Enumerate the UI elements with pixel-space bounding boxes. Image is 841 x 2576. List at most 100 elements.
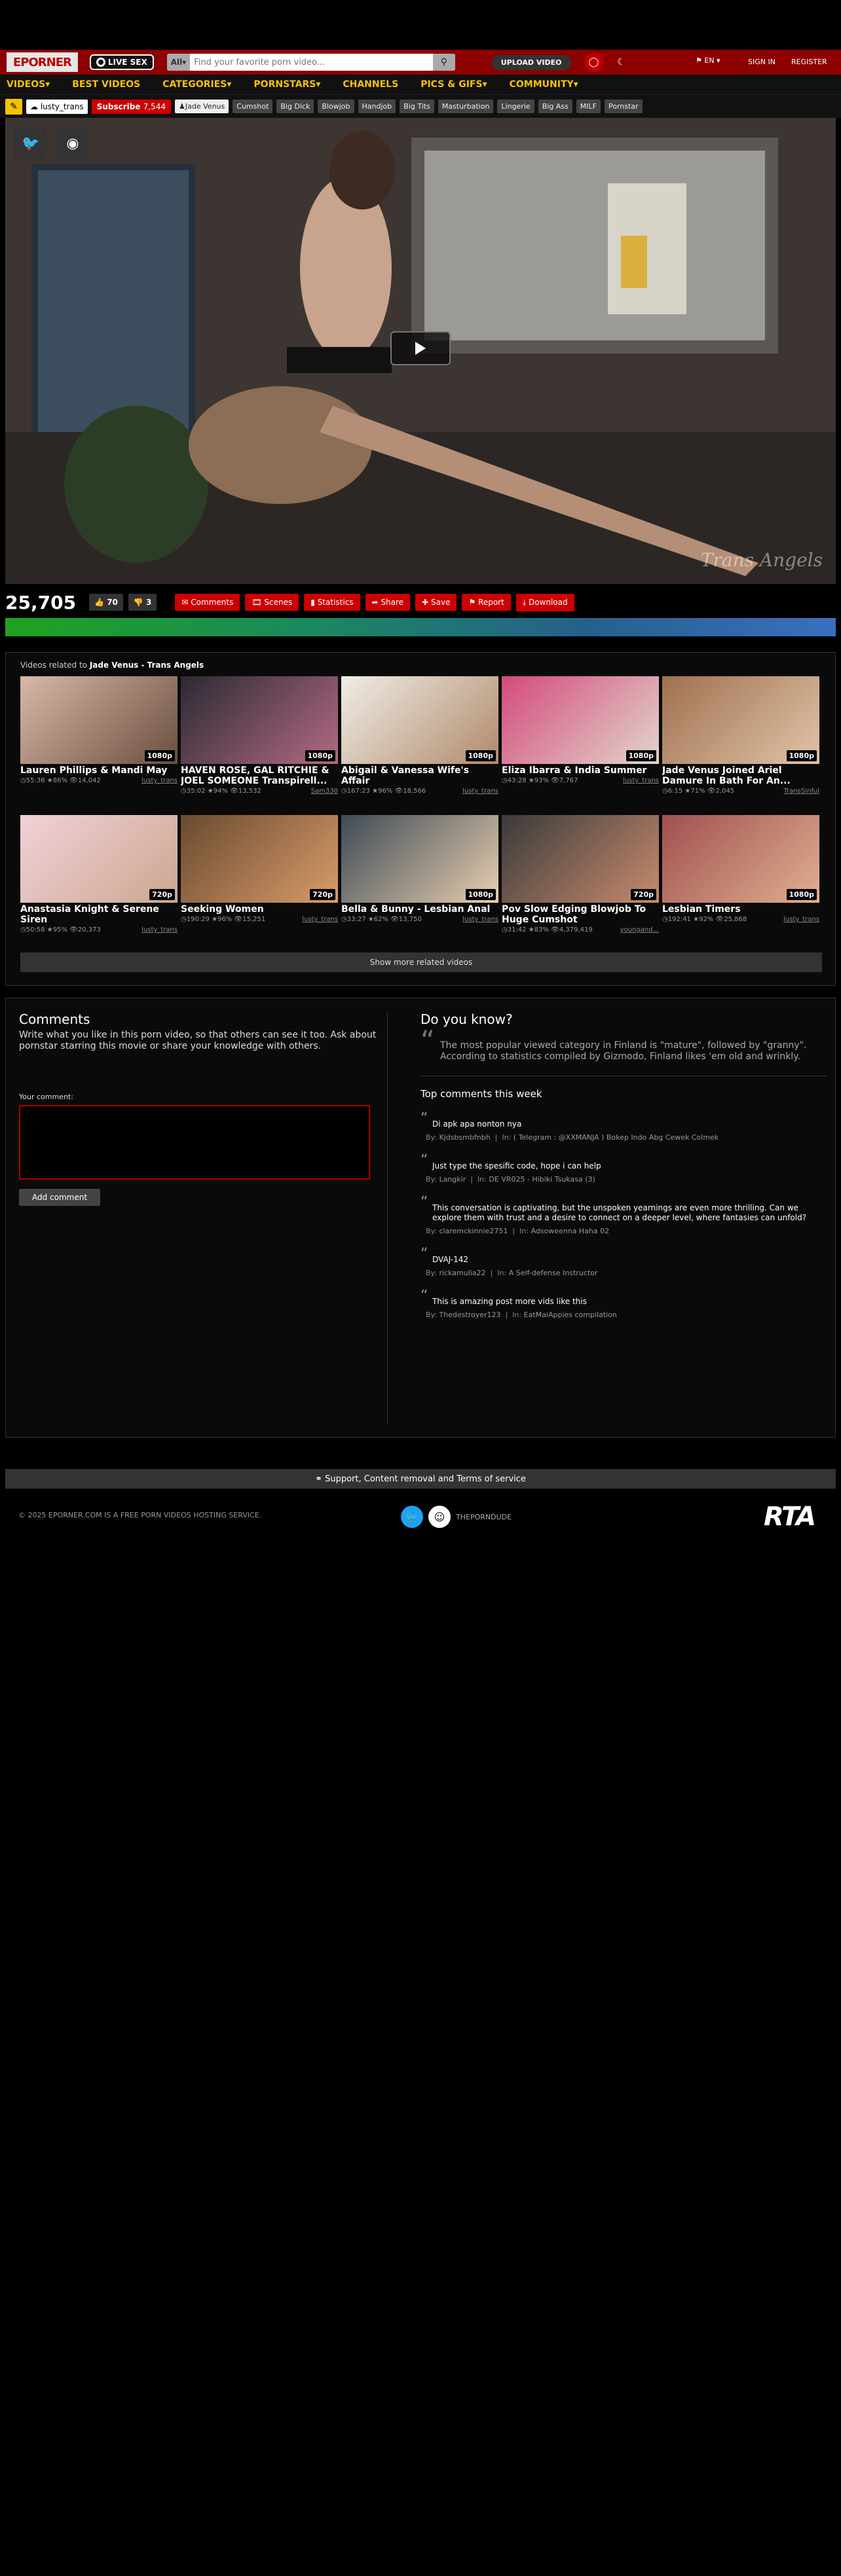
related-video-card[interactable]: 1080p Lesbian Timers ◷192:41 ★92% 👁25,86… xyxy=(662,815,819,923)
twitter-share-button[interactable]: 🐦 xyxy=(14,127,47,160)
video-uploader[interactable]: lusty_trans xyxy=(141,777,178,784)
video-title[interactable]: Seeking Women xyxy=(181,904,338,915)
subscribe-button[interactable]: Subscribe 7,544 xyxy=(91,99,172,114)
sign-in-link[interactable]: SIGN IN xyxy=(748,58,776,66)
video-uploader[interactable]: youngand... xyxy=(620,926,659,934)
related-video-card[interactable]: 1080p Eliza Ibarra & India Summer ◷43:28… xyxy=(502,676,659,784)
related-video-card[interactable]: 1080p Abigail & Vanessa Wife's Affair ◷1… xyxy=(341,676,498,795)
reddit-share-button[interactable]: ◉ xyxy=(56,127,89,160)
comments-button[interactable]: ✉ Comments xyxy=(175,594,240,611)
video-title[interactable]: Lesbian Timers xyxy=(662,904,819,915)
dark-mode-toggle[interactable]: ☾ xyxy=(612,52,631,72)
comment-author[interactable]: Langkir xyxy=(439,1175,466,1184)
record-button[interactable]: ◯ xyxy=(584,52,604,72)
pornstar-tag[interactable]: ♟Jade Venus xyxy=(175,100,229,113)
video-thumbnail[interactable]: 1080p xyxy=(20,676,178,764)
comment-textarea[interactable] xyxy=(19,1105,370,1180)
related-video-card[interactable]: 1080p Bella & Bunny - Lesbian Anal ◷33:2… xyxy=(341,815,498,923)
add-comment-button[interactable]: Add comment xyxy=(19,1189,101,1206)
tag-big-tits[interactable]: Big Tits xyxy=(400,100,434,113)
related-video-card[interactable]: 1080p Jade Venus Joined Ariel Damure In … xyxy=(662,676,819,795)
comment-author[interactable]: claremckinnie2751 xyxy=(439,1227,508,1235)
video-title[interactable]: Eliza Ibarra & India Summer xyxy=(502,765,659,776)
like-button[interactable]: 👍 70 xyxy=(89,594,123,611)
video-title[interactable]: HAVEN ROSE, GAL RITCHIE & JOEL SOMEONE T… xyxy=(181,765,338,786)
related-video-card[interactable]: 1080p Lauren Phillips & Mandi May ◷55:36… xyxy=(20,676,178,784)
video-title[interactable]: Jade Venus Joined Ariel Damure In Bath F… xyxy=(662,765,819,786)
support-link[interactable]: ⚭ Support, Content removal and Terms of … xyxy=(5,1469,836,1489)
site-logo[interactable]: EPORNER xyxy=(7,52,78,72)
related-video-card[interactable]: 720p Pov Slow Edging Blowjob To Huge Cum… xyxy=(502,815,659,934)
nav-channels[interactable]: CHANNELS xyxy=(343,79,398,90)
share-button[interactable]: ➦ Share xyxy=(365,594,411,611)
related-video-card[interactable]: 1080p HAVEN ROSE, GAL RITCHIE & JOEL SOM… xyxy=(181,676,338,795)
video-thumbnail[interactable]: 1080p xyxy=(181,676,338,764)
upload-video-button[interactable]: UPLOAD VIDEO xyxy=(491,54,571,70)
register-link[interactable]: REGISTER xyxy=(791,58,827,66)
comment-video-link[interactable]: Adsoweenna Haha 02 xyxy=(531,1227,609,1235)
video-uploader[interactable]: Sam330 xyxy=(311,788,338,795)
video-thumbnail[interactable]: 1080p xyxy=(341,676,498,764)
report-button[interactable]: ⚑ Report xyxy=(462,594,511,611)
video-uploader[interactable]: lusty_trans xyxy=(462,788,498,795)
video-title[interactable]: Lauren Phillips & Mandi May xyxy=(20,765,178,776)
video-uploader[interactable]: TransSinful xyxy=(783,788,819,795)
nav-pics-gifs[interactable]: PICS & GIFS▾ xyxy=(421,79,487,90)
nav-best-videos[interactable]: BEST VIDEOS xyxy=(72,79,140,90)
search-button[interactable]: ⚲ xyxy=(432,54,455,71)
tag-cumshot[interactable]: Cumshot xyxy=(233,100,273,113)
tag-big-dick[interactable]: Big Dick xyxy=(276,100,314,113)
video-uploader[interactable]: lusty_trans xyxy=(783,916,819,923)
related-video-card[interactable]: 720p Seeking Women ◷190:29 ★96% 👁15,251 l… xyxy=(181,815,338,923)
video-uploader[interactable]: lusty_trans xyxy=(302,916,338,923)
edit-tags-button[interactable]: ✎ xyxy=(5,98,22,115)
video-thumbnail[interactable]: 1080p xyxy=(502,676,659,764)
video-uploader[interactable]: lusty_trans xyxy=(462,916,498,923)
video-thumbnail[interactable]: 1080p xyxy=(341,815,498,903)
video-title[interactable]: Anastasia Knight & Serene Siren xyxy=(20,904,178,925)
search-input[interactable] xyxy=(190,54,433,71)
video-title[interactable]: Bella & Bunny - Lesbian Anal xyxy=(341,904,498,915)
comment-author[interactable]: Thedestroyer123 xyxy=(439,1311,500,1319)
save-button[interactable]: ✚ Save xyxy=(415,594,457,611)
video-thumbnail[interactable]: 720p xyxy=(502,815,659,903)
nav-community[interactable]: COMMUNITY▾ xyxy=(510,79,578,90)
nav-videos[interactable]: VIDEOS▾ xyxy=(7,79,50,90)
video-title[interactable]: Pov Slow Edging Blowjob To Huge Cumshot xyxy=(502,904,659,925)
video-thumbnail[interactable]: 720p xyxy=(20,815,178,903)
video-uploader[interactable]: lusty_trans xyxy=(141,926,178,934)
tag-blowjob[interactable]: Blowjob xyxy=(318,100,354,113)
show-more-related-button[interactable]: Show more related videos xyxy=(20,952,822,972)
play-button[interactable] xyxy=(390,331,451,365)
live-sex-button[interactable]: LIVE SEX xyxy=(89,54,154,70)
uploader-link[interactable]: ☁ lusty_trans xyxy=(26,99,88,114)
language-select[interactable]: ⚑ EN ▾ xyxy=(696,56,720,65)
video-thumbnail[interactable]: 1080p xyxy=(662,676,819,764)
comment-video-link[interactable]: EatMaiAppies compilation xyxy=(524,1311,617,1319)
nav-pornstars[interactable]: PORNSTARS▾ xyxy=(253,79,320,90)
comment-video-link[interactable]: A Self-defense Instructor xyxy=(509,1269,598,1277)
comment-author[interactable]: rickamulia22 xyxy=(439,1269,485,1277)
download-button[interactable]: ⤓ Download xyxy=(515,593,574,611)
scenes-button[interactable]: 🎞 Scenes xyxy=(245,594,299,611)
tag-pornstar[interactable]: Pornstar xyxy=(604,100,643,113)
tag-milf[interactable]: MILF xyxy=(576,100,601,113)
tag-lingerie[interactable]: Lingerie xyxy=(497,100,534,113)
video-thumbnail[interactable]: 1080p xyxy=(662,815,819,903)
related-video-card[interactable]: 720p Anastasia Knight & Serene Siren ◷50… xyxy=(20,815,178,934)
comment-author[interactable]: Kjdsbsmbfnbh xyxy=(439,1133,490,1142)
video-thumbnail[interactable]: 720p xyxy=(181,815,338,903)
video-player[interactable]: 🐦 ◉ Trans Angels xyxy=(5,118,836,584)
comment-video-link[interactable]: DE VR025 - Hibiki Tsukasa (3) xyxy=(489,1175,595,1184)
twitter-footer-button[interactable]: 🐦 xyxy=(401,1506,423,1528)
tag-masturbation[interactable]: Masturbation xyxy=(438,100,494,113)
search-scope-select[interactable]: All ▾ xyxy=(166,54,191,71)
theporndude-label[interactable]: THEPORNDUDE xyxy=(456,1513,512,1521)
tag-handjob[interactable]: Handjob xyxy=(358,100,396,113)
nav-categories[interactable]: CATEGORIES▾ xyxy=(162,79,231,90)
dislike-button[interactable]: 👎 3 xyxy=(128,594,157,611)
video-title[interactable]: Abigail & Vanessa Wife's Affair xyxy=(341,765,498,786)
video-uploader[interactable]: lusty_trans xyxy=(623,777,659,784)
theporndude-button[interactable]: ☺ xyxy=(428,1506,451,1528)
statistics-button[interactable]: ▮ Statistics xyxy=(304,594,360,611)
